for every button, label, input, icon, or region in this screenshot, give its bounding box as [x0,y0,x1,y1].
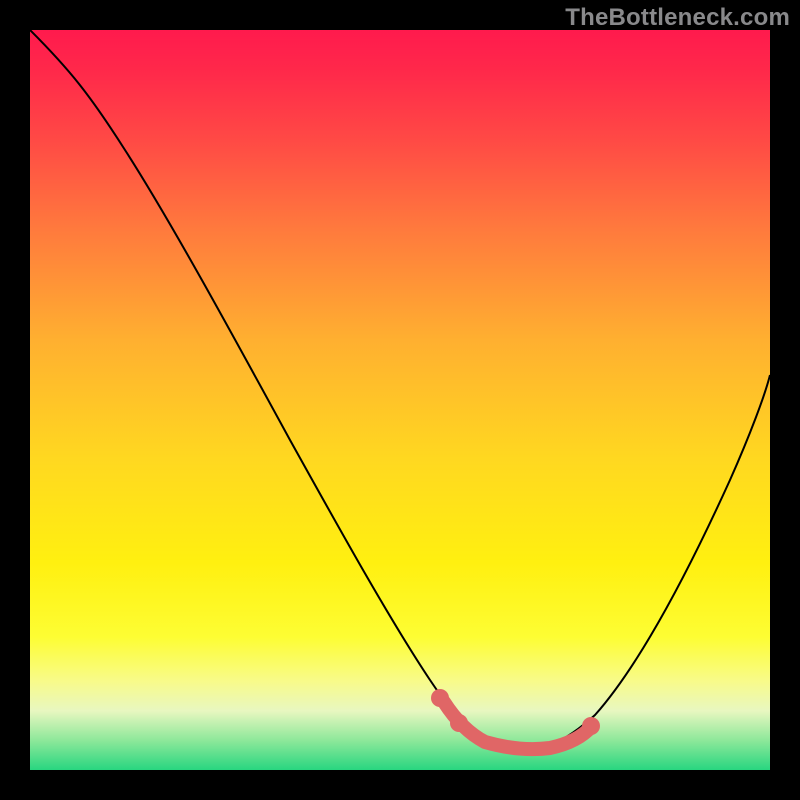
watermark-text: TheBottleneck.com [565,4,790,32]
chart-svg [30,30,770,770]
chart-area [30,30,770,770]
highlight-dot [450,714,468,732]
highlight-dot [582,717,600,735]
highlight-dot [431,689,449,707]
bottleneck-curve [30,30,770,751]
